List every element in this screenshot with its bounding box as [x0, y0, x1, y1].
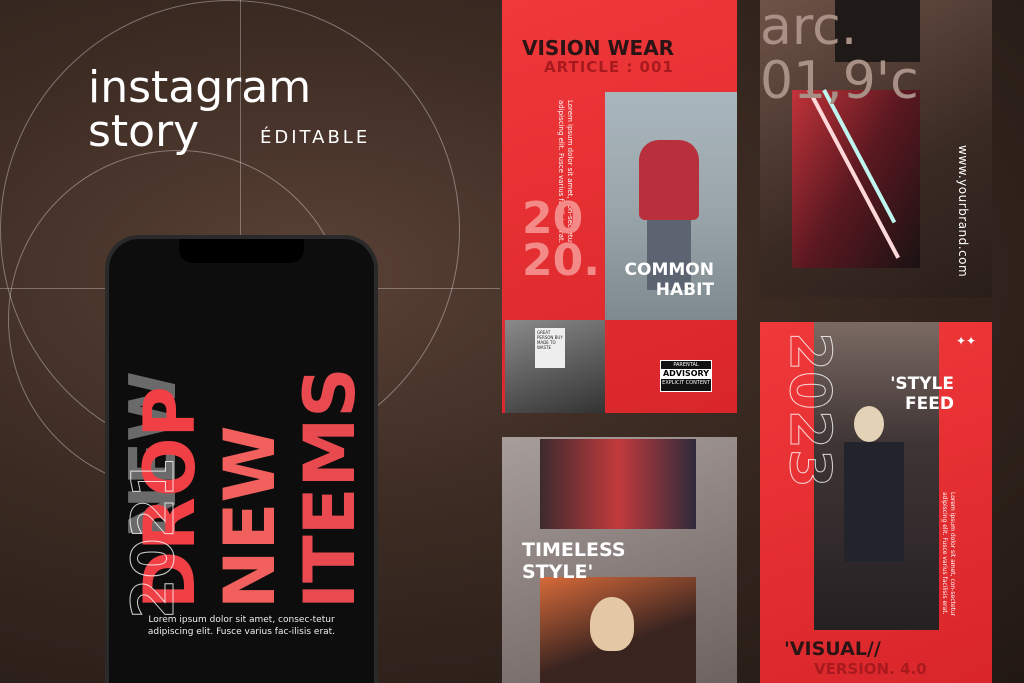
- card-subtitle: VERSION. 4.0: [814, 660, 927, 678]
- advisory-text: EXPLICIT CONTENT: [662, 380, 710, 386]
- phone-notch: [179, 239, 304, 263]
- bag-print: GREAT PERSON BUY MADE TO WASTE: [535, 328, 565, 368]
- card-subtitle: ARTICLE : 001: [544, 58, 674, 76]
- advisory-text: ADVISORY: [661, 369, 711, 379]
- card-headline: 'STYLE FEED: [840, 374, 954, 414]
- story-card-brand: arc. 01,9'c www.yourbrand.com: [760, 0, 992, 297]
- outline-line: 01,9'c: [760, 51, 919, 111]
- card-title: 'VISUAL//: [784, 638, 881, 660]
- figure-shape: [639, 140, 699, 220]
- headline-line: STYLE': [522, 561, 594, 583]
- headline-line: FEED: [905, 394, 954, 414]
- phone-mockup: NEW DROP NEW ITEMS 2021 Lorem ipsum dolo…: [105, 235, 378, 683]
- editable-badge: ÉDITABLE: [260, 127, 371, 148]
- brand-outline-text: arc. 01,9'c: [760, 0, 919, 108]
- outline-line: arc.: [760, 0, 858, 57]
- photo-blonde-woman: [540, 577, 696, 683]
- figure-shape: [844, 442, 904, 562]
- phone-headline-3: ITEMS: [289, 367, 371, 609]
- story-card-vision-wear: VISION WEAR ARTICLE : 001 Lorem ipsum do…: [502, 0, 737, 413]
- headline-line: COMMON: [624, 260, 714, 280]
- card-side-text: Lorem ipsum dolor sit amet, con-sectetur…: [941, 492, 956, 617]
- story-card-timeless: TIMELESS STYLE': [502, 437, 737, 683]
- neon-light: [807, 89, 900, 259]
- title-line-1: instagram: [88, 62, 312, 113]
- card-headline: COMMON HABIT: [562, 260, 714, 300]
- card-headline: TIMELESS STYLE': [522, 539, 626, 583]
- headline-line: HABIT: [655, 280, 714, 300]
- figure-shape: [590, 597, 634, 651]
- card-year: 2023: [777, 332, 843, 489]
- phone-year: 2021: [119, 457, 188, 619]
- headline-line: TIMELESS: [522, 539, 626, 561]
- photo-neon-portrait: [792, 89, 920, 268]
- card-title: VISION WEAR: [522, 36, 675, 60]
- sparkle-icon: ✦✦: [956, 334, 977, 348]
- brand-url[interactable]: www.yourbrand.com: [956, 145, 970, 277]
- headline-line: 'STYLE: [890, 374, 954, 394]
- photo-red-tinted: [540, 439, 696, 529]
- story-card-visual: ✦✦ 'STYLE FEED 2023 Lorem ipsum dolor si…: [760, 322, 992, 683]
- phone-headline-2: NEW: [209, 425, 291, 609]
- advisory-text: PARENTAL: [673, 362, 699, 368]
- parental-advisory-label: PARENTAL ADVISORY EXPLICIT CONTENT: [660, 360, 712, 392]
- photo-street-bag: GREAT PERSON BUY MADE TO WASTE: [505, 320, 605, 413]
- phone-body-text: Lorem ipsum dolor sit amet, consec-tetur…: [147, 615, 336, 637]
